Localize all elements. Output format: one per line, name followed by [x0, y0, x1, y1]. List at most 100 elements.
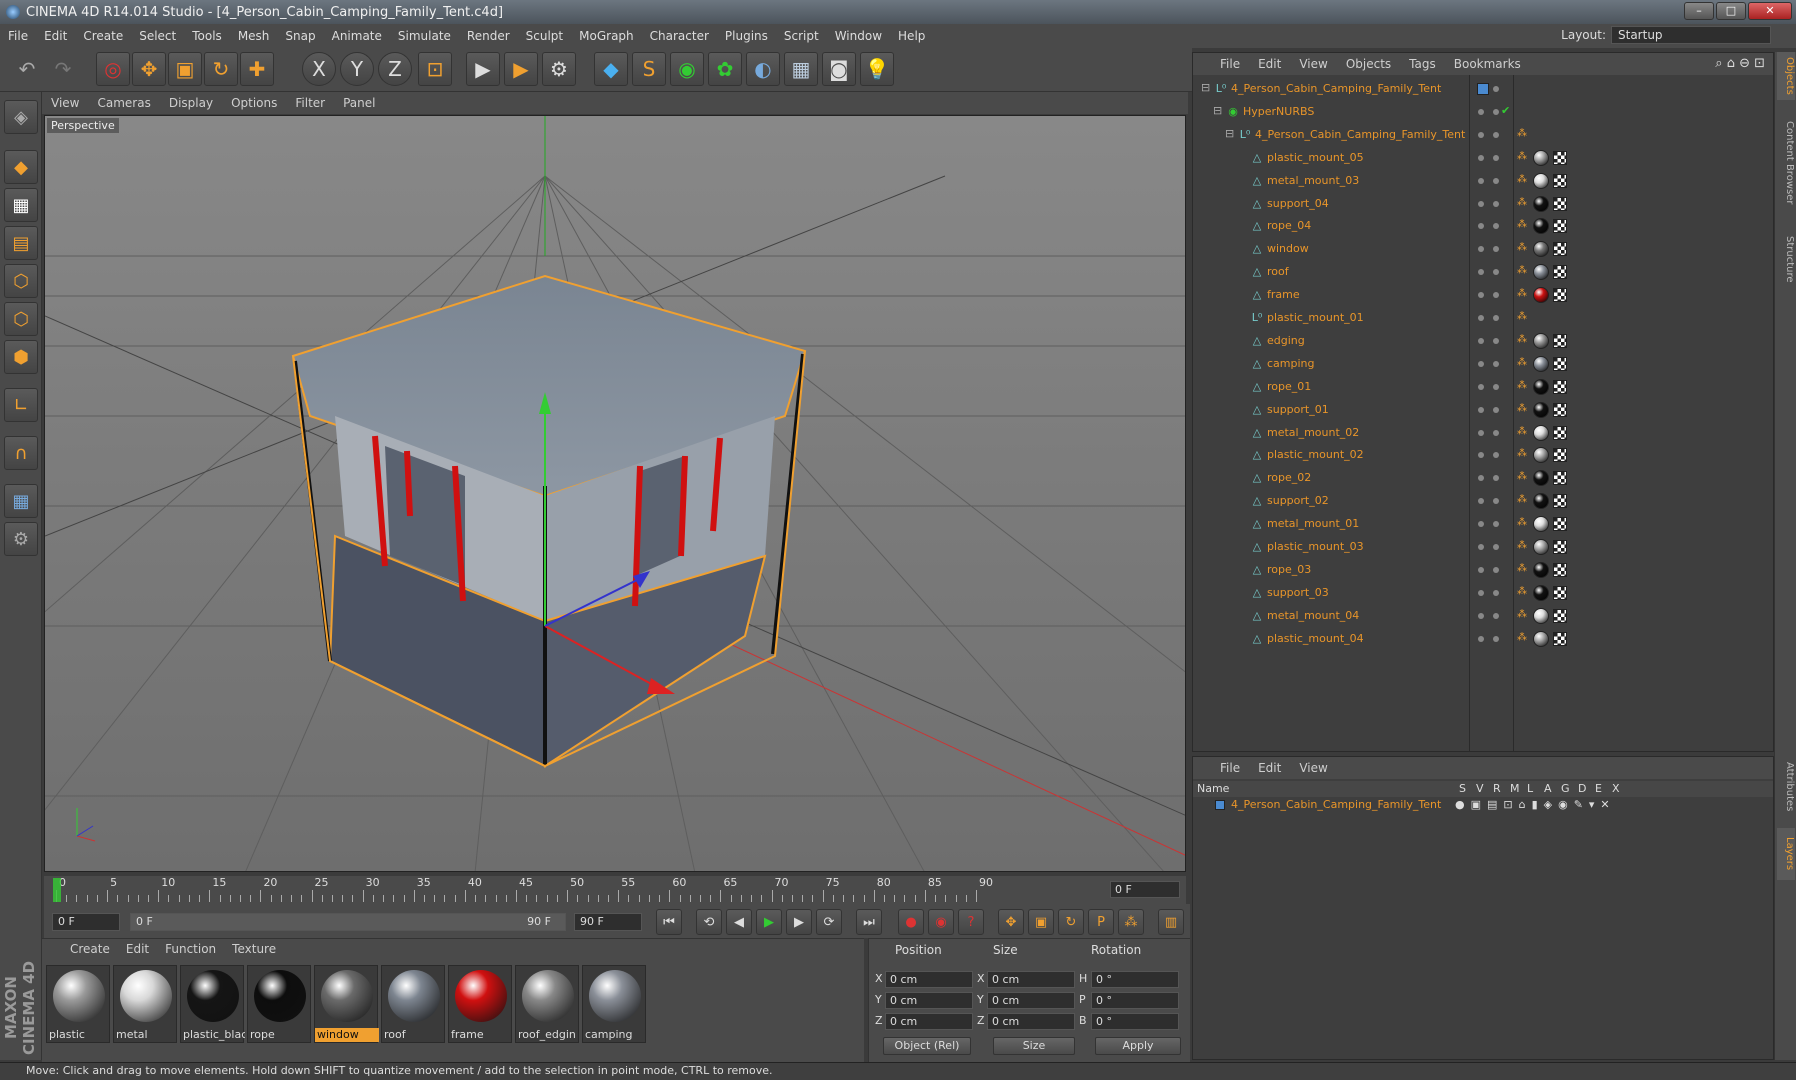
- tab-attributes[interactable]: Attributes: [1777, 752, 1795, 822]
- phong-tag-icon[interactable]: ⁂: [1517, 220, 1527, 230]
- render-visibility-dot[interactable]: [1493, 246, 1499, 253]
- material-menu-function[interactable]: Function: [157, 942, 224, 956]
- axis-mode-icon[interactable]: ∟: [4, 388, 38, 422]
- viewport-menu-filter[interactable]: Filter: [286, 96, 334, 110]
- editor-visibility-dot[interactable]: [1478, 337, 1484, 344]
- render-visibility-dot[interactable]: [1493, 86, 1499, 92]
- position-z-field[interactable]: 0 cm: [885, 1013, 973, 1030]
- object-row[interactable]: △ metal_mount_01 ⁂: [1193, 514, 1773, 535]
- menu-tools[interactable]: Tools: [184, 29, 230, 43]
- deformer-icon[interactable]: ◐: [746, 52, 780, 86]
- phong-tag-icon[interactable]: ⁂: [1517, 357, 1527, 368]
- material-swatch-plastic_blac[interactable]: plastic_blac: [180, 965, 245, 1043]
- material-tag-icon[interactable]: [1533, 584, 1549, 601]
- phong-tag-icon[interactable]: ⁂: [1517, 563, 1527, 574]
- object-name[interactable]: HyperNURBS: [1243, 105, 1314, 118]
- expand-toggle-icon[interactable]: ⊟: [1213, 104, 1222, 117]
- object-name[interactable]: 4_Person_Cabin_Camping_Family_Tent: [1255, 128, 1465, 141]
- object-row[interactable]: L⁰ plastic_mount_01 ⁂: [1193, 308, 1773, 329]
- uvw-tag-icon[interactable]: [1553, 448, 1567, 463]
- menu-create[interactable]: Create: [75, 29, 131, 43]
- object-row[interactable]: ⊟ ◉ HyperNURBS ✔: [1193, 102, 1773, 123]
- key-pla-icon[interactable]: ⁂: [1118, 909, 1144, 935]
- object-row[interactable]: △ frame ⁂: [1193, 285, 1773, 306]
- phong-tag-icon[interactable]: ⁂: [1517, 541, 1527, 551]
- menu-character[interactable]: Character: [642, 29, 717, 43]
- layer-menu-view[interactable]: View: [1290, 761, 1336, 775]
- object-row[interactable]: ⊟ L⁰ 4_Person_Cabin_Camping_Family_Tent: [1193, 79, 1773, 100]
- uvw-tag-icon[interactable]: [1553, 608, 1567, 623]
- key-position-icon[interactable]: ✥: [998, 909, 1024, 935]
- scale-tool-icon[interactable]: ▣: [168, 52, 202, 86]
- menu-mesh[interactable]: Mesh: [230, 29, 278, 43]
- camera-icon[interactable]: ◙: [822, 52, 856, 86]
- uvw-tag-icon[interactable]: [1553, 540, 1567, 554]
- z-axis-lock-icon[interactable]: Z: [378, 52, 412, 86]
- render-visibility-dot[interactable]: [1493, 566, 1499, 573]
- phong-tag-icon[interactable]: ⁂: [1517, 380, 1527, 391]
- menu-sculpt[interactable]: Sculpt: [518, 29, 571, 43]
- object-name[interactable]: support_04: [1267, 197, 1329, 210]
- phong-tag-icon[interactable]: ⁂: [1517, 266, 1527, 276]
- timeline-scheme-icon[interactable]: ▥: [1158, 909, 1184, 935]
- material-swatch-roof[interactable]: roof: [381, 965, 445, 1043]
- material-tag-icon[interactable]: [1533, 332, 1549, 349]
- uvw-tag-icon[interactable]: [1553, 150, 1567, 165]
- y-axis-lock-icon[interactable]: Y: [340, 52, 374, 86]
- editor-visibility-dot[interactable]: [1478, 269, 1484, 276]
- timeline-ruler[interactable]: 0 5 10 15 20 25 30 35 40 45 50 55 60 65 70 75 80 85 90 0 F: [44, 876, 1186, 904]
- object-row[interactable]: △ support_03 ⁂: [1193, 583, 1773, 604]
- size-x-field[interactable]: 0 cm: [987, 971, 1075, 988]
- material-menu-texture[interactable]: Texture: [224, 942, 284, 956]
- object-row[interactable]: △ rope_02 ⁂: [1193, 468, 1773, 489]
- material-swatch-window[interactable]: window: [314, 965, 379, 1043]
- uvw-tag-icon[interactable]: [1553, 333, 1567, 348]
- previous-frame-icon[interactable]: ◀: [726, 909, 752, 935]
- editor-visibility-dot[interactable]: [1478, 108, 1484, 115]
- uvw-tag-icon[interactable]: [1553, 288, 1567, 303]
- object-name[interactable]: plastic_mount_01: [1267, 311, 1364, 324]
- uvw-tag-icon[interactable]: [1553, 265, 1567, 280]
- editor-visibility-dot[interactable]: [1478, 406, 1484, 413]
- uvw-tag-icon[interactable]: [1553, 494, 1567, 509]
- object-name[interactable]: metal_mount_02: [1267, 426, 1359, 439]
- object-name[interactable]: support_03: [1267, 586, 1329, 599]
- uvw-tag-icon[interactable]: [1553, 585, 1567, 600]
- object-row[interactable]: △ metal_mount_04 ⁂: [1193, 606, 1773, 627]
- object-name[interactable]: support_02: [1267, 494, 1329, 507]
- render-visibility-dot[interactable]: [1493, 337, 1499, 344]
- editor-visibility-dot[interactable]: [1478, 154, 1484, 161]
- layer-row-name[interactable]: 4_Person_Cabin_Camping_Family_Tent: [1231, 798, 1441, 811]
- render-visibility-dot[interactable]: [1493, 429, 1499, 436]
- size-mode-select[interactable]: Size: [993, 1037, 1075, 1055]
- playhead[interactable]: [53, 878, 61, 902]
- editor-visibility-dot[interactable]: [1478, 452, 1484, 459]
- current-frame-field[interactable]: 0 F: [1110, 881, 1180, 898]
- editor-visibility-dot[interactable]: [1478, 246, 1484, 253]
- render-visibility-dot[interactable]: [1493, 475, 1499, 482]
- material-tag-icon[interactable]: [1533, 287, 1549, 304]
- render-visibility-dot[interactable]: [1493, 269, 1499, 276]
- object-manager-search-icon[interactable]: ⌕ ⌂ ⊖ ⊡: [1715, 56, 1765, 71]
- phong-tag-icon[interactable]: ⁂: [1517, 495, 1527, 505]
- editor-visibility-dot[interactable]: [1478, 544, 1484, 550]
- editor-visibility-dot[interactable]: [1478, 200, 1484, 207]
- material-menu-edit[interactable]: Edit: [118, 942, 157, 956]
- menu-mograph[interactable]: MoGraph: [571, 29, 642, 43]
- rotation-b-field[interactable]: 0 °: [1091, 1013, 1179, 1030]
- menu-snap[interactable]: Snap: [277, 29, 323, 43]
- material-tag-icon[interactable]: [1533, 218, 1549, 235]
- object-row[interactable]: ⊟ L⁰ 4_Person_Cabin_Camping_Family_Tent ⁂: [1193, 125, 1773, 146]
- array-icon[interactable]: ✿: [708, 52, 742, 86]
- object-menu-bookmarks[interactable]: Bookmarks: [1445, 57, 1530, 71]
- record-keys-icon[interactable]: ●: [898, 909, 924, 935]
- render-visibility-dot[interactable]: [1493, 498, 1499, 505]
- phong-tag-icon[interactable]: ⁂: [1517, 586, 1527, 597]
- uvw-tag-icon[interactable]: [1553, 631, 1567, 646]
- object-name[interactable]: rope_03: [1267, 563, 1311, 576]
- model-mode-icon[interactable]: ◆: [4, 150, 38, 184]
- phong-tag-icon[interactable]: ⁂: [1517, 426, 1527, 437]
- next-frame-icon[interactable]: ▶: [786, 909, 812, 935]
- object-name[interactable]: plastic_mount_05: [1267, 151, 1364, 164]
- menu-edit[interactable]: Edit: [36, 29, 75, 43]
